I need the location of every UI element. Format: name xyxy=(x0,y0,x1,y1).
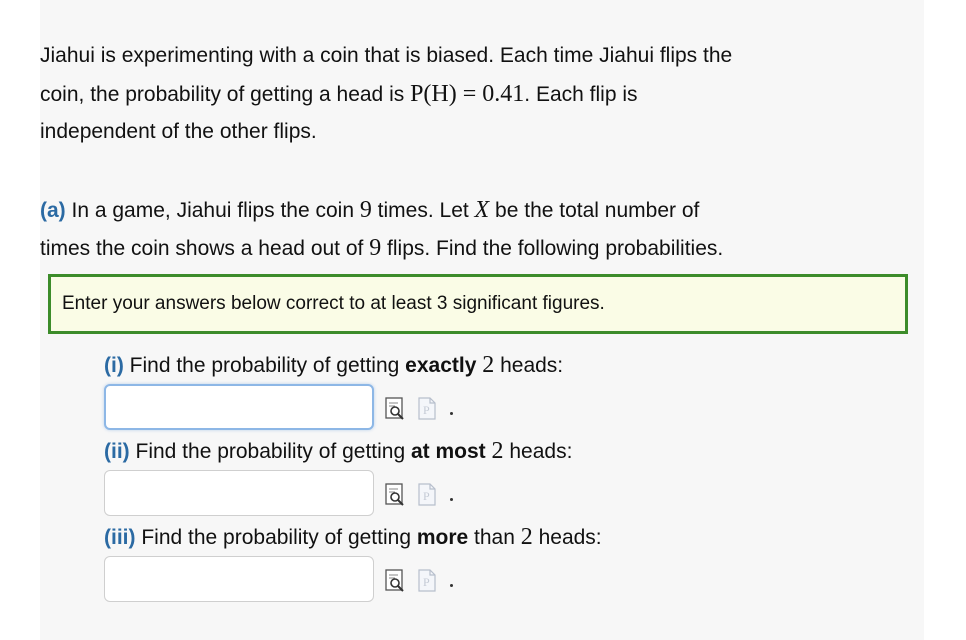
part-a-line-2: times the coin shows a head out of 9 fli… xyxy=(40,229,900,268)
question-ii-label: (ii) xyxy=(104,440,130,463)
question-ii-suffix: heads: xyxy=(503,440,573,463)
preview-icon[interactable] xyxy=(385,569,407,593)
answer-input-ii[interactable] xyxy=(104,470,374,516)
question-i-suffix: heads: xyxy=(494,354,564,377)
question-iii-label: (iii) xyxy=(104,526,136,549)
part-a-text-1a: In a game, Jiahui flips the coin xyxy=(65,199,360,222)
part-a-line-1: (a) In a game, Jiahui flips the coin 9 t… xyxy=(40,191,900,230)
question-ii-number: 2 xyxy=(491,438,504,464)
part-a-label: (a) xyxy=(40,199,66,222)
question-ii-keyword: at most xyxy=(411,440,486,463)
question-iii-keyword: more xyxy=(416,526,469,549)
intro-line-2: coin, the probability of getting a head … xyxy=(40,75,900,114)
part-a-text-1b: times. Let xyxy=(371,199,475,222)
preview-icon[interactable] xyxy=(385,397,407,421)
punctuation-dot xyxy=(450,584,453,587)
svg-text:P: P xyxy=(423,575,430,589)
intro-text-1: Jiahui is experimenting with a coin that… xyxy=(40,44,733,67)
svg-text:P: P xyxy=(423,489,430,503)
question-i-keyword: exactly xyxy=(405,354,477,377)
intro-line-3: independent of the other flips. xyxy=(40,113,900,151)
question-iii-number: 2 xyxy=(520,524,533,550)
punctuation-dot xyxy=(450,498,453,501)
intro-text-2a: coin, the probability of getting a head … xyxy=(40,83,411,106)
parse-icon[interactable]: P xyxy=(417,483,439,507)
question-iii-suffix: heads: xyxy=(532,526,602,549)
part-a-text-1c: be the total number of xyxy=(489,199,700,222)
question-i-text: Find the probability of getting xyxy=(123,354,406,377)
parse-icon[interactable]: P xyxy=(417,569,439,593)
intro-text-3: independent of the other flips. xyxy=(40,120,317,143)
random-variable: X xyxy=(474,197,490,223)
question-iii-text: Find the probability of getting xyxy=(135,526,417,549)
svg-text:P: P xyxy=(423,403,430,417)
instructions-box: Enter your answers below correct to at l… xyxy=(48,274,908,334)
intro-text-2b: . Each flip is xyxy=(524,83,638,106)
punctuation-dot xyxy=(450,412,453,415)
intro-line-1: Jiahui is experimenting with a coin that… xyxy=(40,37,900,75)
question-iii-mid: than xyxy=(468,526,521,549)
flip-count-2: 9 xyxy=(369,235,382,261)
question-i: (i) Find the probability of getting exac… xyxy=(104,352,563,379)
question-i-number: 2 xyxy=(482,352,495,378)
part-a-text-2b: flips. Find the following probabilities. xyxy=(381,237,724,260)
instructions-text: Enter your answers below correct to at l… xyxy=(62,293,605,314)
parse-icon[interactable]: P xyxy=(417,397,439,421)
probability-expression: P(H) = 0.41 xyxy=(410,81,525,107)
question-ii: (ii) Find the probability of getting at … xyxy=(104,438,572,465)
answer-input-i[interactable] xyxy=(104,384,374,430)
question-iii: (iii) Find the probability of getting mo… xyxy=(104,524,602,551)
part-a-text-2a: times the coin shows a head out of xyxy=(40,237,370,260)
preview-icon[interactable] xyxy=(385,483,407,507)
flip-count: 9 xyxy=(359,197,372,223)
question-i-label: (i) xyxy=(104,354,124,377)
answer-input-iii[interactable] xyxy=(104,556,374,602)
question-ii-text: Find the probability of getting xyxy=(129,440,411,463)
